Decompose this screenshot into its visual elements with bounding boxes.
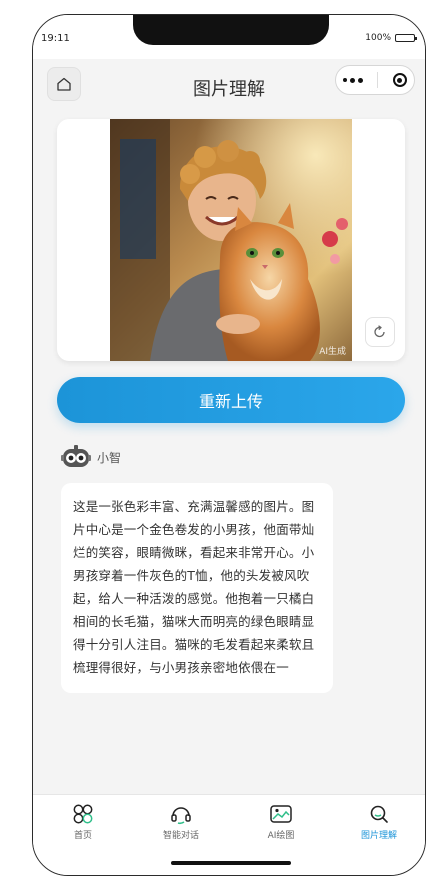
- tab-label: 首页: [73, 831, 92, 841]
- status-time: 19:11: [41, 33, 70, 44]
- grid-clover-icon: [73, 804, 93, 824]
- tab-chat[interactable]: 智能对话: [141, 803, 221, 841]
- tab-image-understanding[interactable]: 图片理解: [339, 803, 419, 841]
- tab-label: 图片理解: [360, 831, 397, 841]
- message-text: 这是一张色彩丰富、充满温馨感的图片。图片中心是一个金色卷发的小男孩，他面带灿烂的…: [73, 499, 315, 675]
- home-indicator: [171, 861, 291, 865]
- reupload-button[interactable]: 重新上传: [57, 377, 405, 423]
- phone-frame: 19:11 100% 图片理解 AI生成 重新上传 小智 这是一张色彩丰富、充满…: [32, 14, 426, 876]
- rotate-icon: [374, 325, 385, 338]
- battery-percent: 100%: [365, 33, 391, 43]
- bottom-tab-bar: 首页 智能对话 AI绘图 图片理解: [33, 794, 425, 875]
- search-icon: [370, 805, 388, 823]
- battery-indicator: 100%: [365, 33, 417, 43]
- battery-icon: [395, 34, 417, 42]
- mini-program-capsule: [335, 65, 415, 95]
- tab-home[interactable]: 首页: [43, 803, 123, 841]
- assistant-name: 小智: [97, 450, 122, 465]
- device-notch: [133, 15, 329, 45]
- picture-icon: [270, 805, 292, 823]
- photo-illustration: [110, 119, 352, 361]
- tab-label: 智能对话: [162, 831, 199, 841]
- robot-avatar-icon: [61, 445, 91, 467]
- rotate-button[interactable]: [365, 317, 395, 347]
- tab-label: AI绘图: [267, 831, 295, 841]
- headset-icon: [171, 807, 191, 825]
- assistant-header: 小智: [61, 445, 121, 469]
- message-bubble: 这是一张色彩丰富、充满温馨感的图片。图片中心是一个金色卷发的小男孩，他面带灿烂的…: [61, 483, 333, 693]
- close-mini-program-button[interactable]: [392, 73, 407, 87]
- tab-ai-drawing[interactable]: AI绘图: [241, 803, 321, 841]
- uploaded-image-card: AI生成: [57, 119, 405, 361]
- more-options-button[interactable]: [343, 77, 364, 83]
- navigation-bar: 图片理解: [33, 59, 425, 115]
- uploaded-photo: AI生成: [110, 119, 352, 361]
- ai-watermark: AI生成: [319, 347, 346, 357]
